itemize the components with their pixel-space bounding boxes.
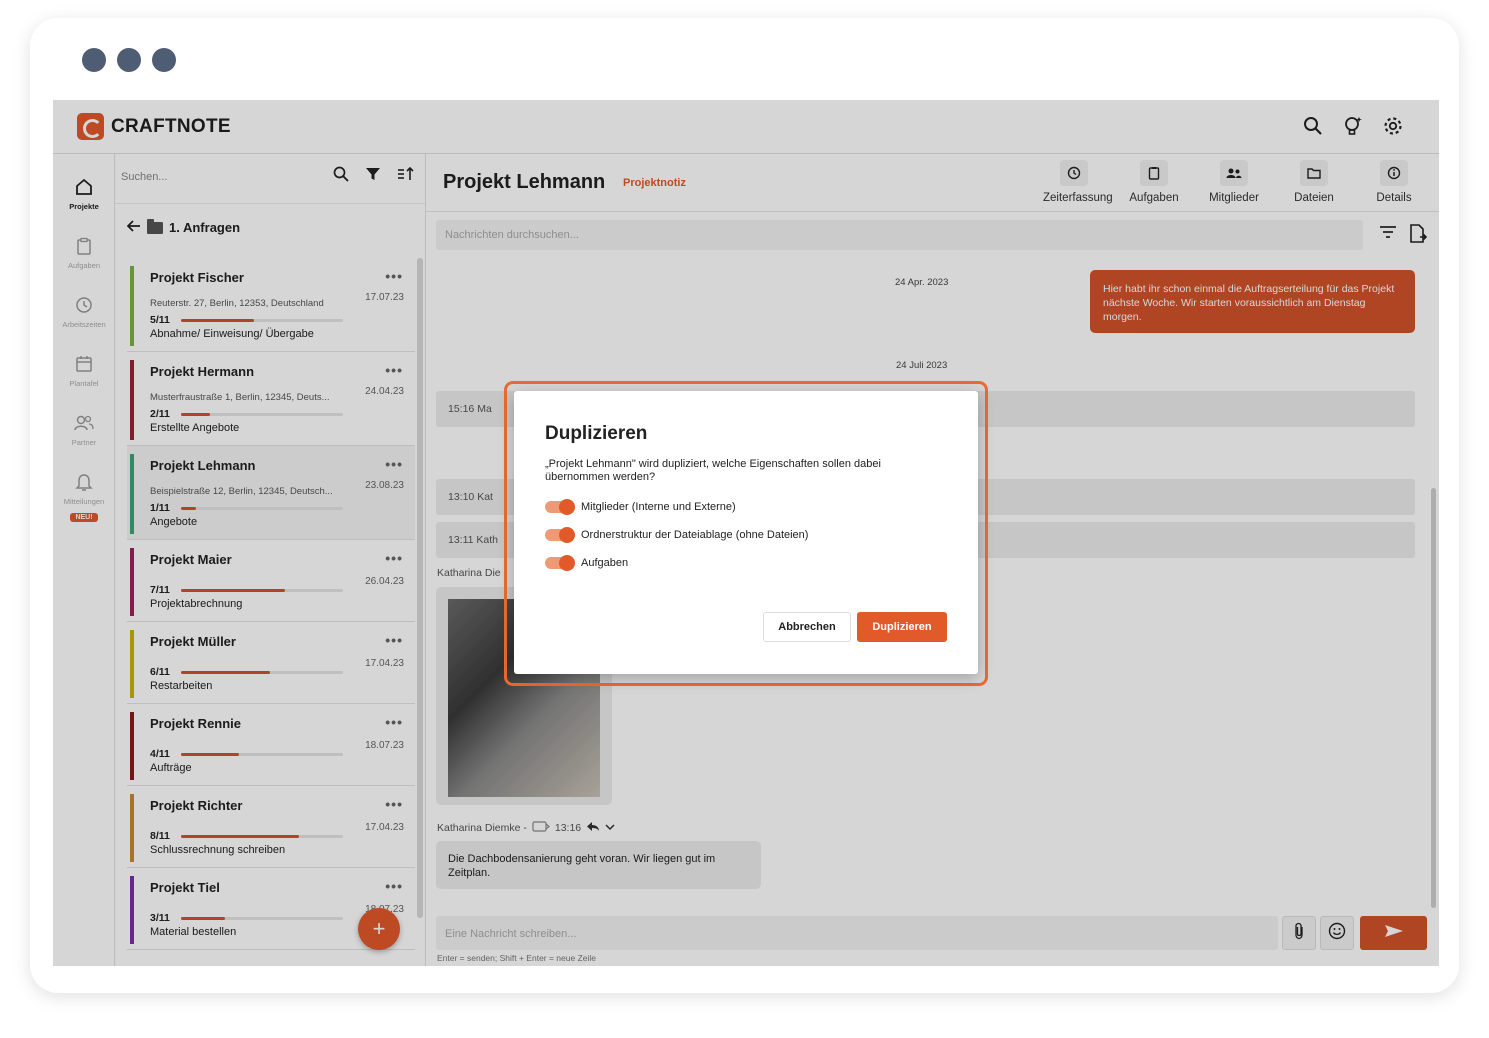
option-label: Mitglieder (Interne und Externe): [581, 501, 736, 513]
dialog-description: „Projekt Lehmann" wird dupliziert, welch…: [545, 458, 881, 483]
toggle-switch[interactable]: [545, 527, 575, 543]
dialog-title: Duplizieren: [545, 423, 648, 444]
option-aufgaben[interactable]: Aufgaben: [545, 555, 629, 571]
option-mitglieder[interactable]: Mitglieder (Interne und Externe): [545, 499, 736, 515]
option-label: Aufgaben: [581, 557, 629, 569]
window-dot[interactable]: [152, 48, 176, 72]
toggle-switch[interactable]: [545, 555, 575, 571]
app: CRAFTNOTE Projekte Aufgaben Arbeitszeite…: [53, 100, 1439, 966]
option-ordnerstruktur[interactable]: Ordnerstruktur der Dateiablage (ohne Dat…: [545, 527, 809, 543]
duplicate-dialog: Duplizieren „Projekt Lehmann" wird dupli…: [514, 391, 978, 674]
duplicate-button[interactable]: Duplizieren: [857, 612, 947, 642]
toggle-switch[interactable]: [545, 499, 575, 515]
window-dot[interactable]: [82, 48, 106, 72]
window-controls: [82, 48, 176, 72]
cancel-button[interactable]: Abbrechen: [763, 612, 851, 642]
window-dot[interactable]: [117, 48, 141, 72]
option-label: Ordnerstruktur der Dateiablage (ohne Dat…: [581, 529, 809, 541]
